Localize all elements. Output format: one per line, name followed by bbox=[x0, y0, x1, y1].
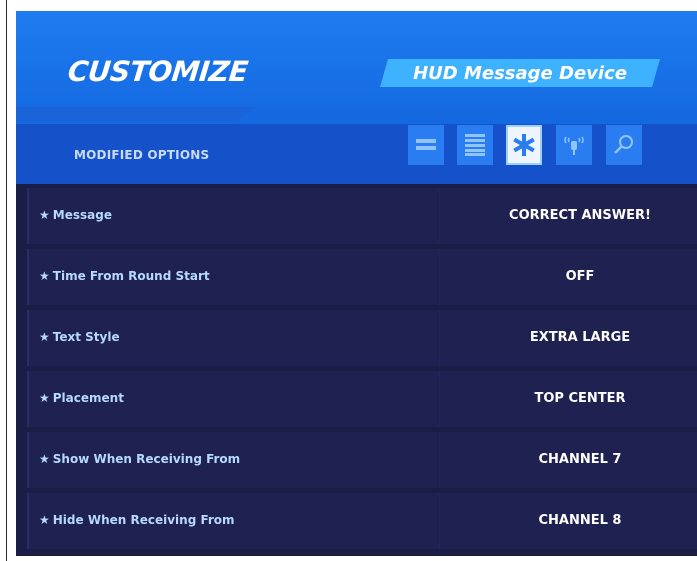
modified-options-label: MODIFIED OPTIONS bbox=[74, 148, 210, 162]
modified-star-icon: ★ bbox=[39, 391, 50, 405]
row-divider bbox=[439, 188, 440, 244]
option-row-message[interactable]: ★ Message CORRECT ANSWER! bbox=[27, 188, 697, 244]
row-divider bbox=[439, 249, 440, 305]
modified-star-icon: ★ bbox=[39, 513, 50, 527]
window-frame-line bbox=[6, 0, 7, 561]
full-list-icon bbox=[465, 134, 485, 156]
device-name-label: HUD Message Device bbox=[413, 62, 627, 84]
modified-star-icon: ★ bbox=[39, 208, 50, 222]
customize-panel: CUSTOMIZE HUD Message Device MODIFIED OP… bbox=[16, 11, 697, 556]
option-label: ★ Hide When Receiving From bbox=[39, 513, 235, 527]
row-divider bbox=[439, 432, 440, 488]
option-label: ★ Message bbox=[39, 208, 112, 222]
option-value[interactable]: CHANNEL 8 bbox=[465, 513, 695, 528]
device-name-badge: HUD Message Device bbox=[380, 59, 660, 87]
customize-header: CUSTOMIZE HUD Message Device bbox=[16, 11, 697, 124]
option-row-show-when-receiving-from[interactable]: ★ Show When Receiving From CHANNEL 7 bbox=[27, 432, 697, 488]
channel-icon bbox=[564, 136, 584, 155]
options-filter-bar: MODIFIED OPTIONS bbox=[16, 124, 697, 184]
option-value[interactable]: EXTRA LARGE bbox=[465, 330, 695, 345]
modified-star-icon: ★ bbox=[39, 330, 50, 344]
row-divider bbox=[439, 493, 440, 549]
filter-search-button[interactable] bbox=[606, 125, 642, 165]
filter-full-list-button[interactable] bbox=[457, 125, 493, 165]
option-label: ★ Placement bbox=[39, 391, 124, 405]
option-row-placement[interactable]: ★ Placement TOP CENTER bbox=[27, 371, 697, 427]
filter-modified-button[interactable] bbox=[506, 125, 542, 165]
option-row-time-from-round-start[interactable]: ★ Time From Round Start OFF bbox=[27, 249, 697, 305]
row-divider bbox=[439, 371, 440, 427]
compact-list-icon bbox=[416, 139, 436, 150]
option-value[interactable]: TOP CENTER bbox=[465, 391, 695, 406]
header-accent-streak bbox=[16, 107, 256, 121]
option-row-hide-when-receiving-from[interactable]: ★ Hide When Receiving From CHANNEL 8 bbox=[27, 493, 697, 549]
row-divider bbox=[439, 310, 440, 366]
option-value[interactable]: CORRECT ANSWER! bbox=[465, 208, 695, 223]
star-icon bbox=[513, 134, 535, 156]
filter-compact-list-button[interactable] bbox=[408, 125, 444, 165]
search-icon bbox=[614, 135, 633, 154]
page-title: CUSTOMIZE bbox=[66, 55, 250, 88]
option-row-text-style[interactable]: ★ Text Style EXTRA LARGE bbox=[27, 310, 697, 366]
option-label: ★ Time From Round Start bbox=[39, 269, 210, 283]
filter-channel-button[interactable] bbox=[556, 125, 592, 165]
option-value[interactable]: CHANNEL 7 bbox=[465, 452, 695, 467]
modified-star-icon: ★ bbox=[39, 452, 50, 466]
option-value[interactable]: OFF bbox=[465, 269, 695, 284]
option-label: ★ Text Style bbox=[39, 330, 120, 344]
options-list: ★ Message CORRECT ANSWER! ★ Time From Roun… bbox=[27, 188, 697, 554]
option-label: ★ Show When Receiving From bbox=[39, 452, 241, 466]
modified-star-icon: ★ bbox=[39, 269, 50, 283]
